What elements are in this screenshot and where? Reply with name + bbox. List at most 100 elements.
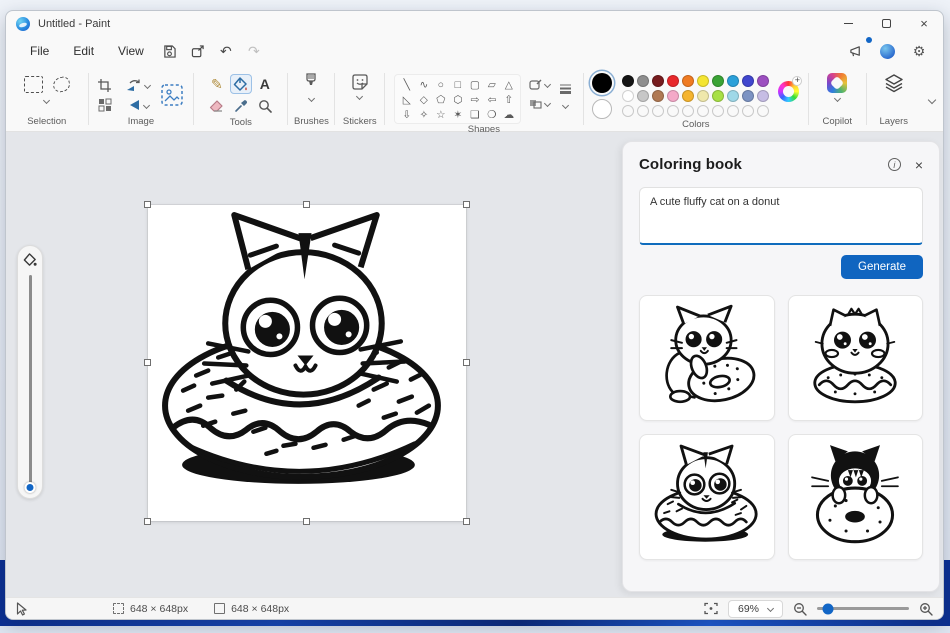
undo-button[interactable]: ↶ <box>212 40 240 62</box>
brushes-button[interactable] <box>303 69 319 103</box>
tool-options-slider[interactable] <box>17 245 43 499</box>
color-swatch[interactable] <box>681 74 694 87</box>
zoom-slider-thumb[interactable] <box>822 603 834 614</box>
eraser-tool[interactable] <box>206 96 228 116</box>
rotate-button[interactable] <box>126 79 152 92</box>
shape-icon[interactable]: ⇩ <box>398 107 415 122</box>
remove-background-icon[interactable] <box>160 83 184 107</box>
shape-icon[interactable]: △ <box>500 77 517 92</box>
color-swatch[interactable] <box>621 89 634 102</box>
selection-handle-s[interactable] <box>303 518 310 525</box>
stickers-button[interactable] <box>351 69 369 101</box>
color-swatch[interactable] <box>696 89 709 102</box>
redo-button[interactable]: ↷ <box>240 40 268 62</box>
maximize-button[interactable] <box>867 11 905 36</box>
pencil-tool[interactable]: ✎ <box>206 74 228 94</box>
color-swatch[interactable] <box>651 74 664 87</box>
copilot-button[interactable] <box>827 69 848 103</box>
color1-swatch[interactable] <box>592 73 613 93</box>
share-button[interactable] <box>184 40 212 62</box>
shape-icon[interactable]: ❍ <box>483 107 500 122</box>
color-swatch[interactable] <box>741 74 754 87</box>
drawing-canvas[interactable] <box>144 201 470 525</box>
shape-icon[interactable]: ∿ <box>415 77 432 92</box>
color-swatch[interactable] <box>666 74 679 87</box>
color2-swatch[interactable] <box>592 99 613 119</box>
freeform-select-icon[interactable] <box>51 75 72 94</box>
shape-icon[interactable]: ❑ <box>466 107 483 122</box>
color-swatch[interactable] <box>696 104 709 117</box>
shape-icon[interactable]: ⇦ <box>483 92 500 107</box>
shape-icon[interactable]: ◇ <box>415 92 432 107</box>
close-button[interactable]: × <box>905 11 943 36</box>
color-swatch[interactable] <box>756 74 769 87</box>
color-picker-tool[interactable] <box>230 96 252 116</box>
slider-thumb[interactable] <box>24 482 36 493</box>
shape-icon[interactable]: ⇨ <box>466 92 483 107</box>
selection-handle-n[interactable] <box>303 201 310 208</box>
zoom-slider[interactable] <box>817 603 909 614</box>
shape-icon[interactable]: ☁ <box>500 107 517 122</box>
selection-handle-e[interactable] <box>463 359 470 366</box>
panel-close-button[interactable]: × <box>915 158 923 172</box>
selection-handle-w[interactable] <box>144 359 151 366</box>
shape-icon[interactable]: ⇧ <box>500 92 517 107</box>
zoom-level-dropdown[interactable]: 69% <box>727 599 783 618</box>
color-swatch[interactable] <box>681 89 694 102</box>
color-swatch[interactable] <box>726 104 739 117</box>
color-swatch[interactable] <box>726 89 739 102</box>
color-swatch[interactable] <box>636 89 649 102</box>
feedback-button[interactable] <box>842 37 872 62</box>
color-swatch[interactable] <box>681 104 694 117</box>
selection-handle-sw[interactable] <box>144 518 151 525</box>
selection-handle-se[interactable] <box>463 518 470 525</box>
rectangle-select-icon[interactable] <box>23 76 43 93</box>
color-swatch[interactable] <box>651 104 664 117</box>
color-swatch[interactable] <box>741 104 754 117</box>
shape-icon[interactable]: ✧ <box>415 107 432 122</box>
account-avatar[interactable] <box>880 43 895 59</box>
color-swatch[interactable] <box>651 89 664 102</box>
color-swatch[interactable] <box>756 104 769 117</box>
color-swatch[interactable] <box>621 74 634 87</box>
color-swatch[interactable] <box>711 74 724 87</box>
shape-icon[interactable]: ✶ <box>449 107 466 122</box>
ribbon-collapse-chevron-icon[interactable] <box>927 95 937 105</box>
thumbnail-cat-hugging-donut[interactable] <box>639 295 775 421</box>
color-swatch[interactable] <box>726 74 739 87</box>
layers-button[interactable] <box>884 69 904 93</box>
resize-icon[interactable] <box>98 98 112 112</box>
color-swatch[interactable] <box>666 89 679 102</box>
color-swatch[interactable] <box>666 104 679 117</box>
save-button[interactable] <box>156 40 184 62</box>
color-swatch[interactable] <box>756 89 769 102</box>
color-swatch[interactable] <box>741 89 754 102</box>
fill-tool[interactable] <box>229 74 252 94</box>
flip-button[interactable] <box>127 99 151 111</box>
thumbnail-cat-head-in-donut[interactable] <box>639 434 775 560</box>
fit-to-screen-icon[interactable] <box>704 602 718 615</box>
thumbnail-round-cat-on-donut[interactable] <box>787 295 923 421</box>
shape-icon[interactable]: ╲ <box>398 77 415 92</box>
selection-handle-ne[interactable] <box>463 201 470 208</box>
color-swatch[interactable] <box>711 89 724 102</box>
shape-fill-button[interactable] <box>529 98 552 109</box>
minimize-button[interactable] <box>829 11 867 36</box>
settings-button[interactable]: ⚙ <box>905 40 933 62</box>
text-tool[interactable]: A <box>254 74 276 94</box>
color-swatch[interactable] <box>636 104 649 117</box>
shape-icon[interactable]: ○ <box>432 77 449 92</box>
shape-icon[interactable]: ⬠ <box>432 92 449 107</box>
prompt-input[interactable]: A cute fluffy cat on a donut <box>639 187 923 245</box>
shape-icon[interactable]: ⬡ <box>449 92 466 107</box>
menu-edit[interactable]: Edit <box>61 40 106 62</box>
crop-icon[interactable] <box>97 78 112 93</box>
selection-handle-nw[interactable] <box>144 201 151 208</box>
line-size-button[interactable] <box>558 82 573 95</box>
edit-colors-button[interactable] <box>778 76 803 102</box>
generate-button[interactable]: Generate <box>841 255 923 279</box>
shape-icon[interactable]: □ <box>449 77 466 92</box>
shape-outline-button[interactable] <box>529 79 552 90</box>
shape-icon[interactable]: ▢ <box>466 77 483 92</box>
selection-dropdown-chevron-icon[interactable] <box>43 96 51 105</box>
